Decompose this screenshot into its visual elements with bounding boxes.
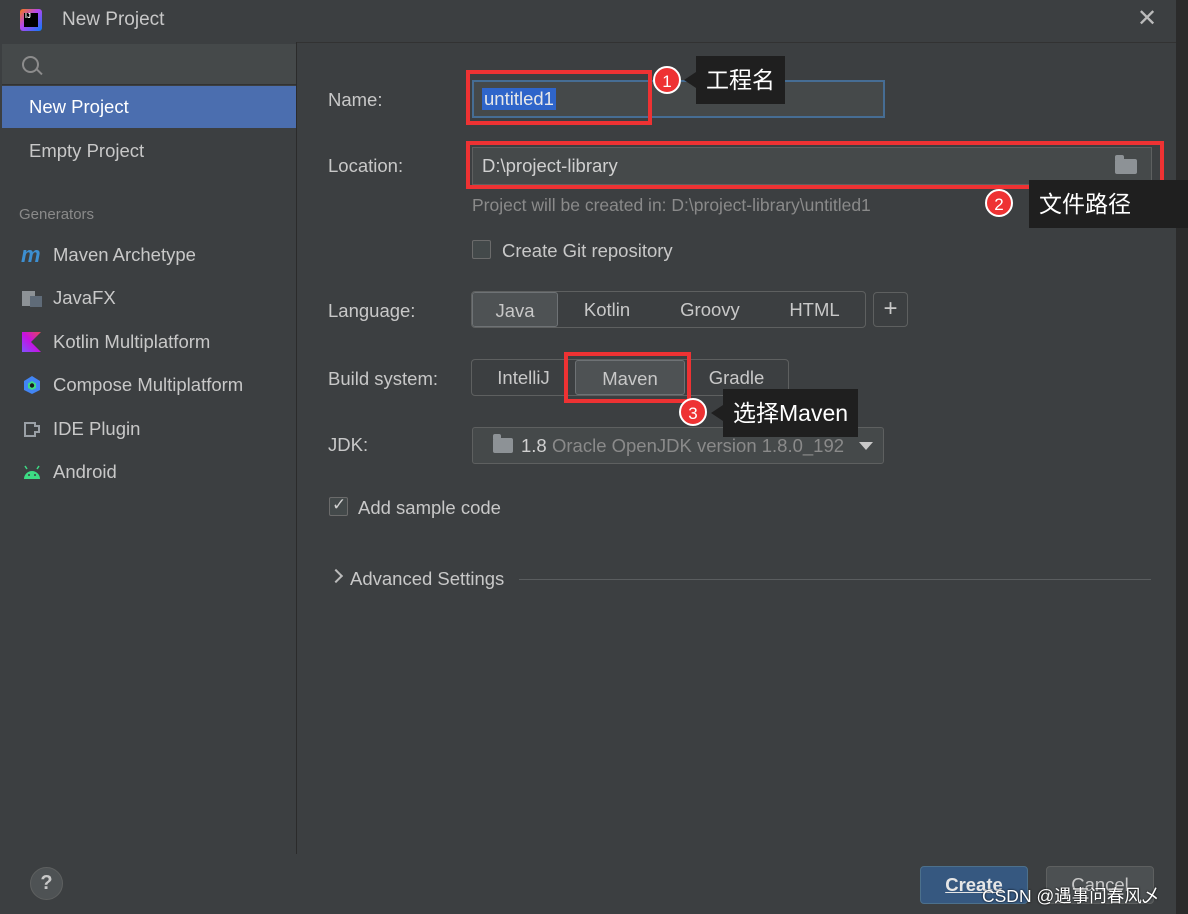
location-label: Location:	[328, 155, 404, 176]
build-option-intellij[interactable]: IntelliJ	[472, 360, 575, 395]
sample-code-label: Add sample code	[358, 497, 501, 518]
search-icon	[22, 56, 39, 73]
generator-item-javafx[interactable]: JavaFX	[0, 277, 296, 319]
name-label: Name:	[328, 89, 383, 110]
generators-heading: Generators	[19, 206, 95, 223]
generator-item-compose-multiplatform[interactable]: Compose Multiplatform	[0, 364, 296, 406]
app-icon-text: IJ	[24, 13, 38, 27]
annotation-box-name	[466, 70, 652, 125]
sample-code-checkbox[interactable]	[329, 495, 348, 516]
window-title: New Project	[62, 9, 165, 30]
generator-label: Kotlin Multiplatform	[53, 331, 211, 352]
background-window-edge	[1176, 0, 1188, 914]
language-label: Language:	[328, 300, 416, 321]
annotation-box-maven	[564, 352, 691, 403]
kotlin-icon	[22, 332, 41, 352]
compose-icon	[24, 376, 40, 394]
annotation-badge-3: 3	[679, 398, 707, 426]
project-type-sidebar: New Project Empty Project Generators m M…	[0, 42, 297, 854]
generator-label: Android	[53, 461, 117, 482]
intellij-app-icon: IJ	[20, 9, 42, 31]
watermark: CSDN @遇事问春风乄	[982, 886, 1160, 906]
sidebar-item-new-project[interactable]: New Project	[2, 86, 296, 128]
advanced-settings-toggle[interactable]: Advanced Settings	[350, 568, 504, 590]
generator-item-kotlin-multiplatform[interactable]: Kotlin Multiplatform	[0, 321, 296, 363]
sidebar-search-input[interactable]	[2, 44, 296, 85]
build-system-label: Build system:	[328, 368, 439, 389]
jdk-label: JDK:	[328, 434, 369, 455]
help-button[interactable]: ?	[30, 867, 63, 900]
language-selector: Java Kotlin Groovy HTML	[471, 291, 866, 328]
generator-label: Maven Archetype	[53, 244, 196, 265]
chevron-right-icon[interactable]	[328, 568, 344, 584]
divider	[519, 579, 1151, 580]
language-option-html[interactable]: HTML	[764, 292, 865, 327]
annotation-badge-2: 2	[985, 189, 1013, 217]
dropdown-arrow-icon	[859, 442, 873, 450]
generator-label: JavaFX	[53, 287, 116, 308]
git-repository-label: Create Git repository	[502, 240, 673, 261]
location-hint: Project will be created in: D:\project-l…	[472, 195, 871, 215]
language-option-kotlin[interactable]: Kotlin	[558, 292, 656, 327]
plugin-icon	[24, 422, 40, 437]
generator-item-ide-plugin[interactable]: IDE Plugin	[0, 408, 296, 450]
annotation-callout-3: 选择Maven	[710, 389, 859, 437]
close-icon[interactable]: ✕	[1134, 6, 1160, 32]
title-bar: IJ New Project ✕	[0, 0, 1188, 43]
language-option-java[interactable]: Java	[472, 292, 558, 327]
annotation-callout-1: 工程名	[684, 56, 785, 104]
sidebar-item-empty-project[interactable]: Empty Project	[2, 130, 296, 172]
android-icon	[24, 465, 40, 479]
jdk-version: 1.8	[521, 435, 547, 456]
jdk-description: Oracle OpenJDK version 1.8.0_192	[552, 435, 845, 456]
javafx-icon	[22, 291, 42, 307]
git-repository-checkbox[interactable]	[472, 240, 491, 259]
annotation-badge-1: 1	[653, 66, 681, 94]
generator-item-maven-archetype[interactable]: m Maven Archetype	[0, 234, 296, 276]
maven-icon: m	[21, 242, 41, 267]
generator-item-android[interactable]: Android	[0, 451, 296, 493]
generator-label: Compose Multiplatform	[53, 374, 244, 395]
jdk-folder-icon	[493, 434, 513, 453]
add-language-button[interactable]: +	[873, 292, 908, 327]
generator-label: IDE Plugin	[53, 418, 141, 439]
language-option-groovy[interactable]: Groovy	[656, 292, 764, 327]
annotation-callout-2: 文件路径	[1029, 180, 1188, 228]
